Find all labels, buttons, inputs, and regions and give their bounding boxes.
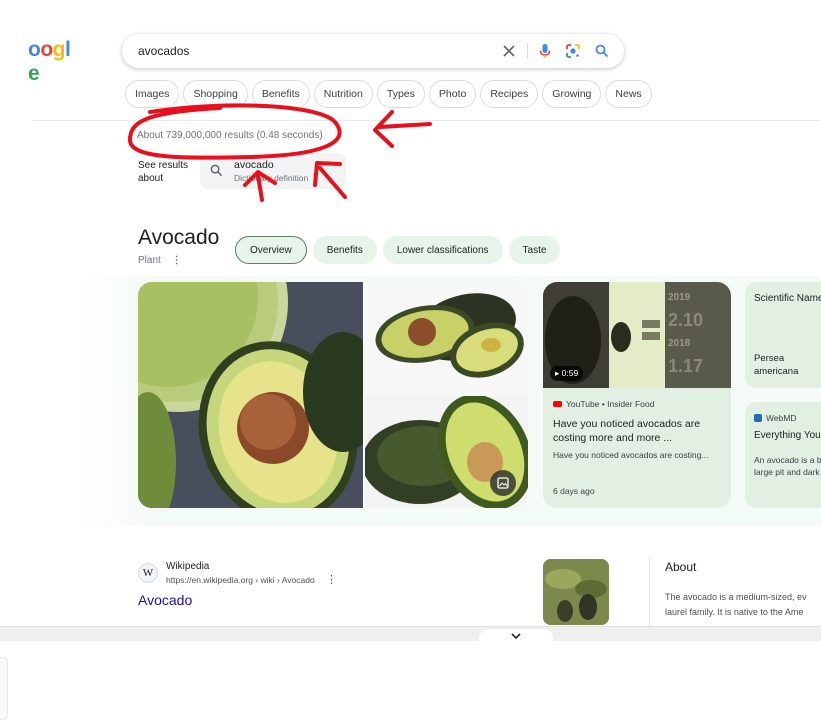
webmd-snippet: An avocado is a b large pit and dark <box>754 454 821 478</box>
about-text-line2: laurel family. It is native to the Ame <box>665 607 804 617</box>
chip-images[interactable]: Images <box>125 80 180 108</box>
about-text-line1: The avocado is a medium-sized, ev <box>665 592 807 602</box>
wikipedia-icon[interactable]: W <box>138 563 158 583</box>
header-divider <box>33 120 821 121</box>
search-icon <box>210 164 223 182</box>
video-source-text: YouTube • Insider Food <box>566 399 655 409</box>
tab-overview[interactable]: Overview <box>235 236 307 264</box>
webmd-title: Everything You <box>754 430 821 441</box>
bottom-bar <box>0 626 821 641</box>
video-duration: ▸ 0:59 <box>550 366 584 381</box>
scientific-name-heading: Scientific Name <box>754 293 821 304</box>
avocado-image-main[interactable] <box>138 282 363 508</box>
see-results-label: See results about <box>138 160 189 184</box>
chip-nutrition[interactable]: Nutrition <box>313 80 373 108</box>
logo-letters: oogle <box>28 38 71 85</box>
chip-growing[interactable]: Growing <box>542 80 602 108</box>
more-options-icon[interactable]: ⋮ <box>172 255 182 266</box>
chip-recipes[interactable]: Recipes <box>480 80 539 108</box>
video-title[interactable]: Have you noticed avocados are costing mo… <box>553 417 723 445</box>
thumb-label-year1: 2019 <box>668 292 691 303</box>
webmd-card[interactable]: WebMD Everything You An avocado is a b l… <box>745 402 821 508</box>
video-card[interactable]: 2019 2.10 2018 1.17 ▸ 0:59 YouTube • Ins… <box>543 282 731 508</box>
spelling-suggestion[interactable]: avocado Dictionary definition <box>200 153 346 189</box>
search-box[interactable] <box>122 34 624 68</box>
wikipedia-url[interactable]: https://en.wikipedia.org › wiki › Avocad… <box>166 575 315 585</box>
knowledge-panel-title: Avocado <box>138 226 220 249</box>
search-input[interactable] <box>138 42 478 60</box>
about-text: The avocado is a medium-sized, ev laurel… <box>665 590 821 620</box>
searchbox-divider <box>527 43 528 59</box>
search-results-page: ​oogle Images Shopping Benefits Nutritio… <box>0 0 821 720</box>
knowledge-panel-tabs: Overview Benefits Lower classifications … <box>235 236 561 264</box>
image-grid[interactable] <box>138 282 528 508</box>
result-more-options-icon[interactable]: ⋮ <box>326 573 337 586</box>
avocado-image-halves[interactable] <box>365 282 528 394</box>
suggestion-subtitle: Dictionary definition <box>234 173 309 183</box>
result-stats: About 739,000,000 results (0.48 seconds) <box>137 130 323 141</box>
avocado-tree-thumbnail[interactable] <box>543 559 609 625</box>
tab-taste[interactable]: Taste <box>508 236 561 264</box>
chip-types[interactable]: Types <box>376 80 425 108</box>
knowledge-panel-subtitle: Plant ⋮ <box>138 255 182 266</box>
thumb-label-year2: 2018 <box>668 338 691 349</box>
youtube-icon <box>553 401 562 407</box>
webmd-icon <box>754 414 762 422</box>
about-divider <box>649 556 650 626</box>
video-snippet: Have you noticed avocados are costing... <box>553 450 709 460</box>
video-date: 6 days ago <box>553 486 595 496</box>
wikipedia-result-title[interactable]: Avocado <box>138 592 192 608</box>
video-thumbnail[interactable]: 2019 2.10 2018 1.17 ▸ 0:59 <box>543 282 731 388</box>
lower-panel-box <box>0 657 8 720</box>
search-icon[interactable] <box>593 42 611 60</box>
suggestion-term: avocado <box>234 159 274 171</box>
expand-images-icon[interactable] <box>490 470 516 496</box>
chip-shopping[interactable]: Shopping <box>183 80 248 108</box>
chip-news[interactable]: News <box>605 80 652 108</box>
webmd-source: WebMD <box>754 413 797 423</box>
entity-type: Plant <box>138 255 161 266</box>
webmd-source-text: WebMD <box>766 413 797 423</box>
lower-panel <box>0 641 821 720</box>
filter-chips: Images Shopping Benefits Nutrition Types… <box>125 80 652 108</box>
chip-photo[interactable]: Photo <box>428 80 477 108</box>
thumb-label-value1: 2.10 <box>668 310 704 330</box>
thumb-label-value2: 1.17 <box>668 356 704 376</box>
tab-benefits[interactable]: Benefits <box>312 236 377 264</box>
video-source: YouTube • Insider Food <box>553 399 654 409</box>
video-duration-text: 0:59 <box>561 368 579 378</box>
microphone-icon[interactable] <box>536 42 554 60</box>
webmd-snippet-line2: large pit and dark <box>754 467 820 477</box>
google-logo[interactable]: ​oogle <box>28 38 82 86</box>
avocado-image-whole[interactable] <box>365 396 528 508</box>
tab-lower-classifications[interactable]: Lower classifications <box>382 236 503 264</box>
scientific-name-card[interactable]: Scientific Name Persea americana <box>745 282 821 388</box>
chip-benefits[interactable]: Benefits <box>251 80 310 108</box>
about-heading: About <box>665 560 697 574</box>
lens-icon[interactable] <box>564 42 582 60</box>
chevron-down-icon <box>511 632 521 639</box>
webmd-snippet-line1: An avocado is a b <box>754 455 821 465</box>
clear-icon[interactable] <box>500 42 518 60</box>
wikipedia-site-name[interactable]: Wikipedia <box>166 561 209 572</box>
scientific-name-value: Persea americana <box>754 353 799 377</box>
